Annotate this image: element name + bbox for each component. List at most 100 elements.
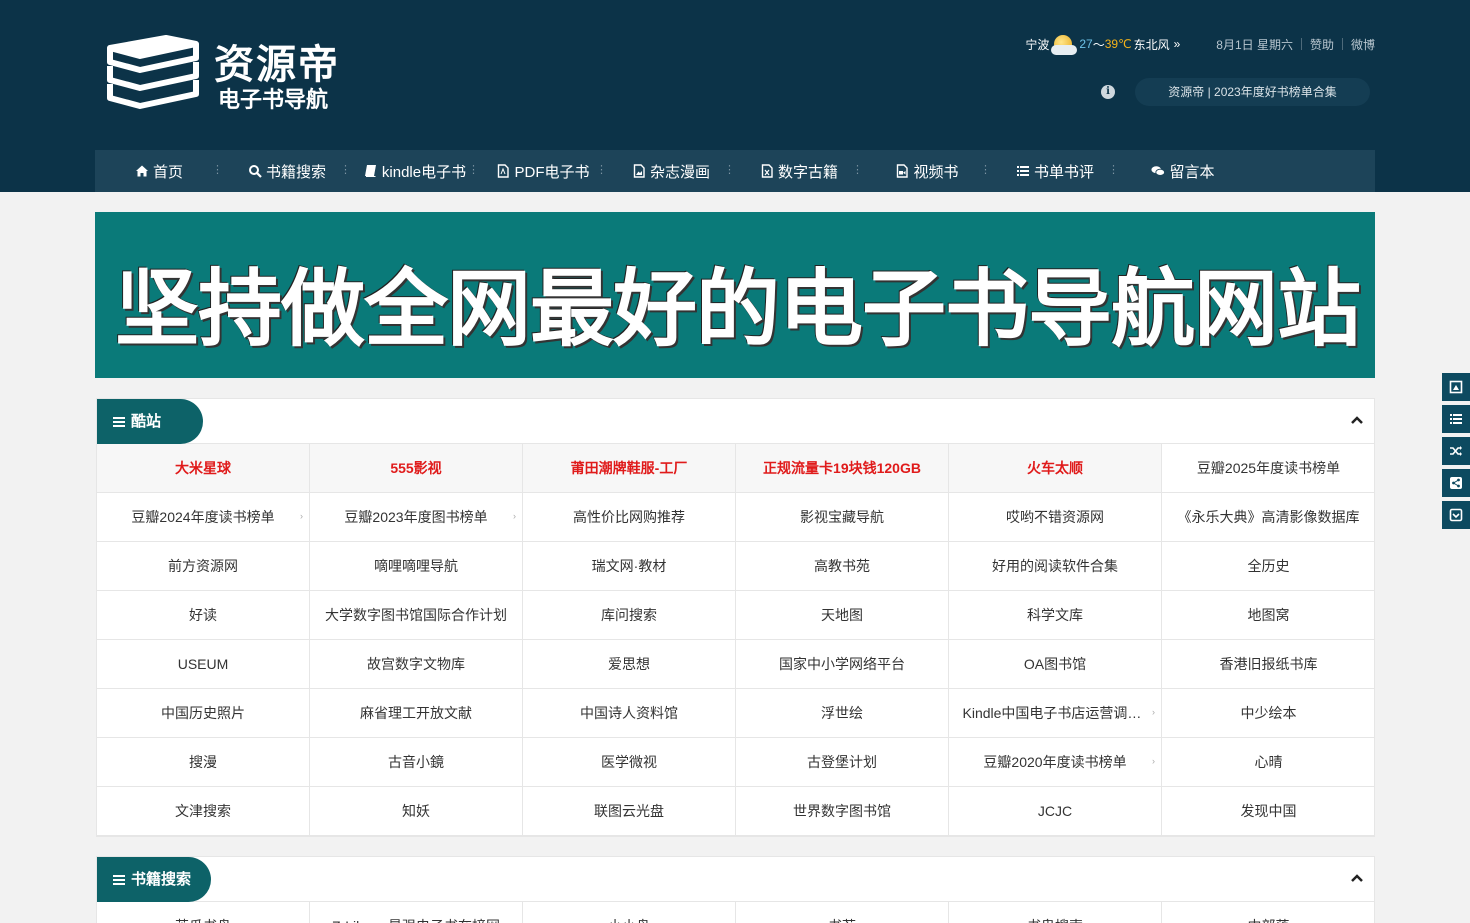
site-link[interactable]: 书鬼搜索	[949, 902, 1162, 923]
site-link-label: 书荐	[828, 916, 856, 923]
chevron-right-icon: ›	[513, 511, 516, 521]
site-link-label: 中少绘本	[1240, 705, 1297, 721]
site-link[interactable]: 库问搜索	[523, 591, 736, 640]
nav-item-8[interactable]: 书单书评 ⋮	[991, 150, 1119, 192]
site-link[interactable]: JCJC	[949, 787, 1162, 836]
site-link[interactable]: 浮世绘	[736, 689, 949, 738]
share-icon[interactable]	[1442, 469, 1470, 497]
site-link[interactable]: 古登堡计划	[736, 738, 949, 787]
site-link[interactable]: 哎哟不错资源网	[949, 493, 1162, 542]
hero-banner[interactable]: 坚持做全网最好的电子书导航网站	[95, 212, 1375, 378]
site-link[interactable]: 豆瓣2024年度读书榜单 ›	[97, 493, 310, 542]
notice-link[interactable]: 资源帝 | 2023年度好书榜单合集	[1135, 78, 1370, 106]
site-link-label: 大米星球	[175, 460, 231, 476]
nav-item-7[interactable]: 视频书 ⋮	[863, 150, 991, 192]
random-icon[interactable]	[1442, 437, 1470, 465]
site-link[interactable]: 医学微视	[523, 738, 736, 787]
site-link[interactable]: 知妖	[310, 787, 523, 836]
site-link[interactable]: 故宫数字文物库	[310, 640, 523, 689]
site-link[interactable]: 豆瓣2023年度图书榜单 ›	[310, 493, 523, 542]
site-link-label: 故宫数字文物库	[367, 656, 465, 672]
site-link[interactable]: 地图窝	[1162, 591, 1375, 640]
sponsor-link[interactable]: 赞助	[1302, 36, 1342, 53]
site-link-label: 全历史	[1247, 558, 1290, 574]
site-link[interactable]: 麻省理工开放文献	[310, 689, 523, 738]
site-link[interactable]: 科学文库	[949, 591, 1162, 640]
site-link[interactable]: 中国诗人资料馆	[523, 689, 736, 738]
menu-icon	[113, 874, 125, 885]
site-link[interactable]: 中少绘本	[1162, 689, 1375, 738]
site-link[interactable]: 瑞文网·教材	[523, 542, 736, 591]
site-link[interactable]: 书荐	[736, 902, 949, 923]
weibo-link[interactable]: 微博	[1343, 36, 1375, 53]
list-icon[interactable]	[1442, 405, 1470, 433]
site-link[interactable]: 前方资源网	[97, 542, 310, 591]
nav-item-1[interactable]: 首页 ⋮	[95, 150, 223, 192]
site-logo[interactable]: 资源帝 电子书导航	[104, 32, 344, 113]
nav-item-label: 书单书评	[1033, 163, 1094, 181]
site-link[interactable]: OA图书馆	[949, 640, 1162, 689]
site-link[interactable]: 世界数字图书馆	[736, 787, 949, 836]
chevron-up-icon[interactable]	[1350, 413, 1364, 427]
site-link[interactable]: 心晴	[1162, 738, 1375, 787]
book-icon	[364, 164, 378, 178]
site-link[interactable]: 联图云光盘	[523, 787, 736, 836]
site-link[interactable]: 莆田潮牌鞋服-工厂	[523, 444, 736, 493]
nav-item-4[interactable]: PDF电子书 ⋮	[479, 150, 607, 192]
site-link-label: 嘀哩嘀哩导航	[374, 558, 458, 574]
site-link[interactable]: 发现中国	[1162, 787, 1375, 836]
site-link[interactable]: 火车太顺	[949, 444, 1162, 493]
site-link[interactable]: 苦瓜书盘	[97, 902, 310, 923]
menu-icon	[113, 416, 125, 427]
site-link[interactable]: 豆瓣2020年度读书榜单 ›	[949, 738, 1162, 787]
site-link[interactable]: 大米星球	[97, 444, 310, 493]
nav-item-2[interactable]: 书籍搜索 ⋮	[223, 150, 351, 192]
site-link[interactable]: 正规流量卡19块钱120GB	[736, 444, 949, 493]
top-bar: 宁波 27 ～ 39℃ 东北风 » 8月1日 星期六 赞助 微博	[1025, 30, 1375, 58]
site-link[interactable]: 文津搜索	[97, 787, 310, 836]
image-icon	[632, 164, 646, 178]
site-link[interactable]: 高教书苑	[736, 542, 949, 591]
site-link[interactable]: 嘀哩嘀哩导航	[310, 542, 523, 591]
weather-widget[interactable]: 宁波 27 ～ 39℃ 东北风 »	[1025, 33, 1180, 55]
nav-item-9[interactable]: 留言本	[1119, 150, 1247, 192]
nav-item-label: 杂志漫画	[649, 163, 710, 181]
site-link-label: Kindle中国电子书店运营调整通知	[962, 705, 1148, 721]
site-link[interactable]: 小小盘	[523, 902, 736, 923]
site-link[interactable]: 爱思想	[523, 640, 736, 689]
site-link[interactable]: 高性价比网购推荐	[523, 493, 736, 542]
nav-item-5[interactable]: 杂志漫画 ⋮	[607, 150, 735, 192]
site-link[interactable]: 555影视	[310, 444, 523, 493]
temp-separator: ～	[1092, 37, 1105, 52]
video-icon	[895, 164, 909, 178]
site-link[interactable]: 《永乐大典》高清影像数据库	[1162, 493, 1375, 542]
portrait-icon[interactable]	[1442, 373, 1470, 401]
site-link-label: 世界数字图书馆	[793, 803, 891, 819]
archive-icon	[760, 164, 774, 178]
site-link[interactable]: 国家中小学网络平台	[736, 640, 949, 689]
site-link[interactable]: 古音小鏡	[310, 738, 523, 787]
save-icon[interactable]	[1442, 501, 1470, 529]
site-link[interactable]: 好读	[97, 591, 310, 640]
nav-item-6[interactable]: 数字古籍 ⋮	[735, 150, 863, 192]
site-link[interactable]: 影视宝藏导航	[736, 493, 949, 542]
site-link[interactable]: 好用的阅读软件合集	[949, 542, 1162, 591]
info-icon: i	[1101, 85, 1115, 99]
site-link-label: 联图云光盘	[594, 803, 664, 819]
chevron-up-icon[interactable]	[1350, 871, 1364, 885]
site-link[interactable]: Z-Library最强电子书在榜网	[310, 902, 523, 923]
site-link[interactable]: 中国历史照片	[97, 689, 310, 738]
site-link[interactable]: 天地图	[736, 591, 949, 640]
site-link[interactable]: 中部落	[1162, 902, 1375, 923]
section-tab[interactable]: 书籍搜索	[97, 857, 211, 902]
site-link[interactable]: Kindle中国电子书店运营调整通知 ›	[949, 689, 1162, 738]
site-link[interactable]: 豆瓣2025年度读书榜单	[1162, 444, 1375, 493]
section-tab[interactable]: 酷站	[97, 399, 203, 444]
site-link[interactable]: 全历史	[1162, 542, 1375, 591]
site-link[interactable]: USEUM	[97, 640, 310, 689]
site-link[interactable]: 搜漫	[97, 738, 310, 787]
site-link[interactable]: 香港旧报纸书库	[1162, 640, 1375, 689]
nav-item-3[interactable]: kindle电子书 ⋮	[351, 150, 479, 192]
site-link[interactable]: 大学数字图书馆国际合作计划	[310, 591, 523, 640]
weather-more-icon[interactable]: »	[1174, 37, 1181, 51]
